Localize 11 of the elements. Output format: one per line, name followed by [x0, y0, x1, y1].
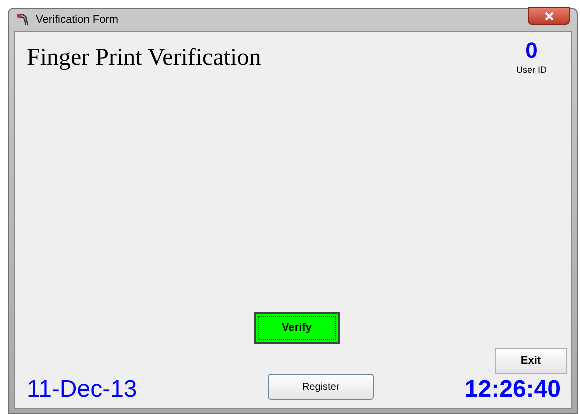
close-button[interactable] [528, 7, 570, 25]
user-id-value: 0 [526, 38, 538, 64]
window-title: Verification Form [36, 12, 119, 28]
register-button[interactable]: Register [268, 374, 374, 400]
time-display: 12:26:40 [464, 376, 561, 404]
exit-button[interactable]: Exit [495, 348, 567, 374]
close-icon [544, 12, 554, 20]
verify-button[interactable]: Verify [254, 312, 340, 344]
user-id-label: User ID [516, 64, 547, 77]
date-display: 11-Dec-13 [27, 376, 138, 404]
form-heading: Finger Print Verification [27, 44, 262, 73]
